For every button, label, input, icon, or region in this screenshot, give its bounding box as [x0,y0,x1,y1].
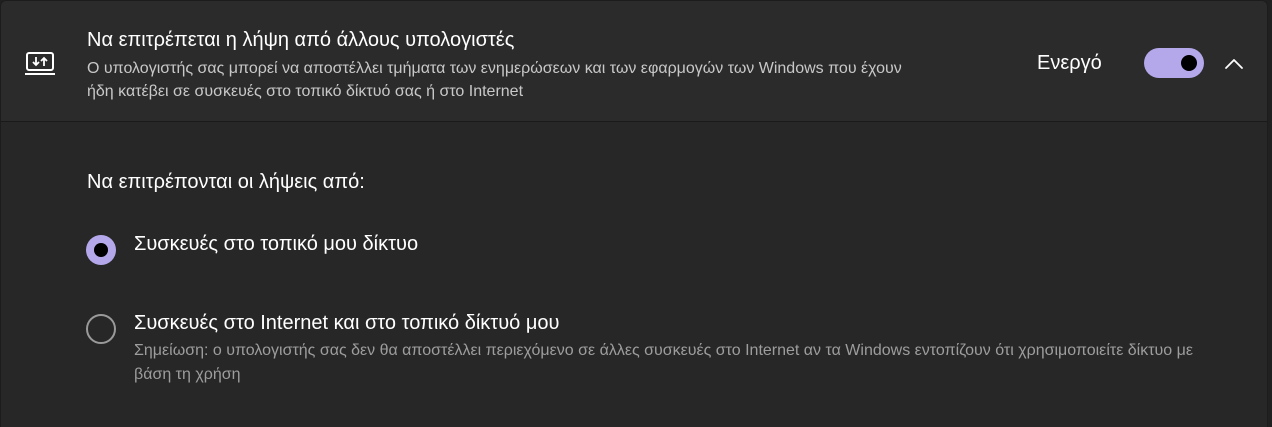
toggle-knob [1181,55,1197,71]
option-internet-and-local-label[interactable]: Συσκευές στο Internet και στο τοπικό δίκ… [134,312,559,335]
option-note: Σημείωση: ο υπολογιστής σας δεν θα αποστ… [134,342,1193,383]
delivery-optimization-panel: Να επιτρέπεται η λήψη από άλλους υπολογι… [0,0,1268,427]
radio-local-network[interactable] [86,235,116,265]
allow-downloads-from-label: Να επιτρέπονται οι λήψεις από: [87,171,365,193]
chevron-up-icon[interactable] [1223,53,1245,75]
option-local-network-label[interactable]: Συσκευές στο τοπικό μου δίκτυο [134,233,418,256]
allow-downloads-toggle[interactable] [1144,48,1204,78]
radio-internet-and-local[interactable] [86,314,116,344]
setting-title: Να επιτρέπεται η λήψη από άλλους υπολογι… [87,29,515,51]
setting-content: Να επιτρέπονται οι λήψεις από: Συσκευές … [0,122,1268,427]
download-transfer-icon [25,51,57,77]
toggle-status-label: Ενεργό [1037,52,1102,74]
setting-description: Ο υπολογιστής σας μπορεί να αποστέλλει τ… [87,60,902,100]
setting-header[interactable]: Να επιτρέπεται η λήψη από άλλους υπολογι… [0,0,1268,122]
radio-selected-dot [94,243,108,257]
